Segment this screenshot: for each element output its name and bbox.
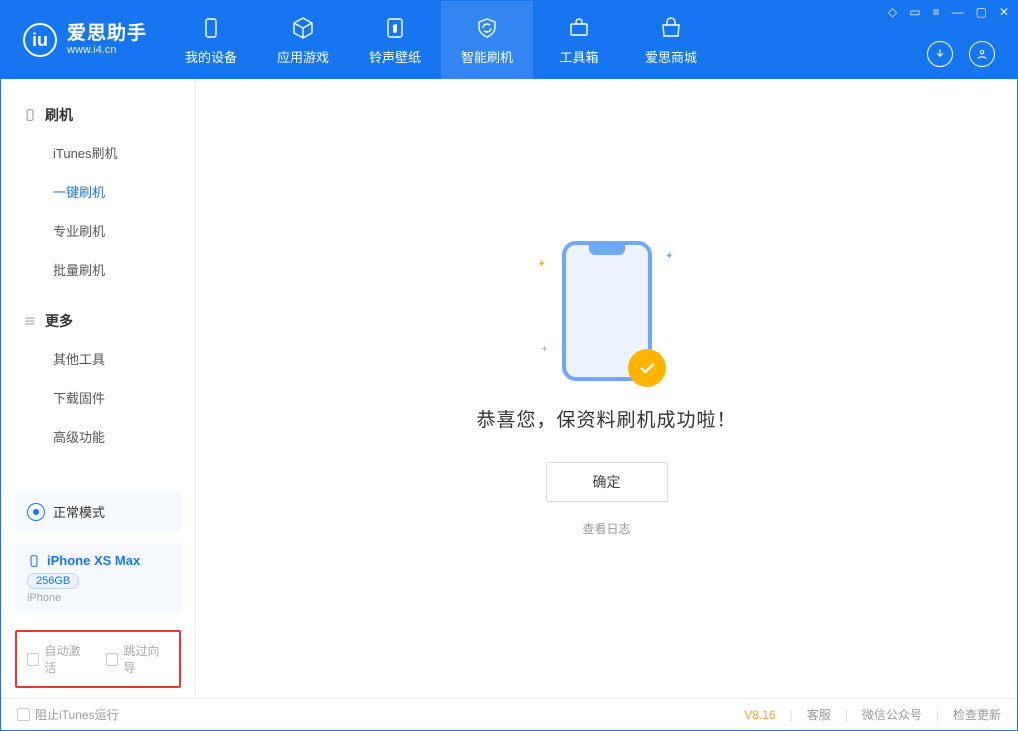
block-itunes-checkbox[interactable]: 阻止iTunes运行 <box>17 706 119 723</box>
user-button[interactable] <box>969 41 995 67</box>
skin-icon[interactable]: ◇ <box>888 5 897 19</box>
refresh-shield-icon <box>474 15 500 41</box>
sidebar-item-advanced[interactable]: 高级功能 <box>1 417 195 456</box>
view-log-link[interactable]: 查看日志 <box>582 520 630 537</box>
highlight-options: 自动激活 跳过向导 <box>15 630 181 688</box>
footer-link-update[interactable]: 检查更新 <box>953 706 1001 723</box>
device-capacity: 256GB <box>27 573 79 589</box>
main-nav: 我的设备 应用游戏 铃声壁纸 智能刷机 工具箱 爱思商城 <box>165 1 717 79</box>
close-button[interactable]: ✕ <box>999 5 1009 19</box>
sidebar-item-batch-flash[interactable]: 批量刷机 <box>1 250 195 289</box>
sidebar-item-download-firmware[interactable]: 下载固件 <box>1 378 195 417</box>
nav-ringtones-wallpapers[interactable]: 铃声壁纸 <box>349 1 441 79</box>
sidebar-item-other-tools[interactable]: 其他工具 <box>1 339 195 378</box>
sparkle-icon: + <box>542 344 548 355</box>
checkbox-label: 跳过向导 <box>123 642 169 676</box>
checkbox-label: 阻止iTunes运行 <box>35 706 119 723</box>
sidebar-group-flash: 刷机 <box>1 97 195 133</box>
maximize-button[interactable]: ▢ <box>976 5 987 19</box>
nav-store[interactable]: 爱思商城 <box>625 1 717 79</box>
nav-label: 铃声壁纸 <box>369 47 421 66</box>
download-button[interactable] <box>927 41 953 67</box>
list-icon[interactable]: ≡ <box>933 5 940 19</box>
sparkle-icon: ✦ <box>538 259 546 270</box>
menu-icon[interactable]: ▭ <box>909 5 920 19</box>
device-type: iPhone <box>27 592 169 604</box>
sidebar-item-oneclick-flash[interactable]: 一键刷机 <box>1 172 195 211</box>
sidebar-item-itunes-flash[interactable]: iTunes刷机 <box>1 133 195 172</box>
cube-icon <box>290 15 316 41</box>
skip-guide-checkbox[interactable]: 跳过向导 <box>106 642 169 676</box>
checkbox-label: 自动激活 <box>44 642 90 676</box>
nav-label: 我的设备 <box>185 47 237 66</box>
window-controls: ◇ ▭ ≡ — ▢ ✕ <box>888 5 1009 19</box>
footer: 阻止iTunes运行 V8.16 | 客服 | 微信公众号 | 检查更新 <box>1 698 1017 730</box>
auto-activate-checkbox[interactable]: 自动激活 <box>27 642 90 676</box>
minimize-button[interactable]: — <box>952 5 964 19</box>
nav-label: 应用游戏 <box>277 47 329 66</box>
nav-smart-flash[interactable]: 智能刷机 <box>441 1 533 79</box>
sidebar-group-more: 更多 <box>1 303 195 339</box>
mode-label: 正常模式 <box>53 502 105 521</box>
phone-icon <box>23 108 37 122</box>
sidebar-group-title: 更多 <box>45 311 73 331</box>
footer-link-support[interactable]: 客服 <box>807 706 831 723</box>
success-message: 恭喜您，保资料刷机成功啦！ <box>476 405 736 432</box>
success-illustration: ✦ ✦ + <box>562 241 652 381</box>
sidebar-item-pro-flash[interactable]: 专业刷机 <box>1 211 195 250</box>
app-header: iu 爱思助手 www.i4.cn 我的设备 应用游戏 铃声壁纸 智能刷机 工具… <box>1 1 1017 79</box>
device-icon <box>198 15 224 41</box>
footer-link-wechat[interactable]: 微信公众号 <box>862 706 922 723</box>
mode-icon <box>27 503 45 521</box>
version-label: V8.16 <box>744 708 775 722</box>
app-url: www.i4.cn <box>67 44 147 56</box>
mode-card[interactable]: 正常模式 <box>15 492 181 531</box>
nav-label: 工具箱 <box>560 47 599 66</box>
header-action-icons <box>927 41 995 67</box>
store-icon <box>658 15 684 41</box>
device-card[interactable]: iPhone XS Max 256GB iPhone <box>15 543 181 614</box>
nav-label: 爱思商城 <box>645 47 697 66</box>
toolbox-icon <box>566 15 592 41</box>
menu-lines-icon <box>23 314 37 328</box>
music-file-icon <box>382 15 408 41</box>
app-title: 爱思助手 <box>67 24 147 45</box>
nav-apps-games[interactable]: 应用游戏 <box>257 1 349 79</box>
sidebar-group-title: 刷机 <box>45 105 73 125</box>
ok-button[interactable]: 确定 <box>546 462 668 502</box>
nav-label: 智能刷机 <box>461 47 513 66</box>
logo-block: iu 爱思助手 www.i4.cn <box>1 23 165 57</box>
logo-icon: iu <box>23 23 57 57</box>
sidebar: 刷机 iTunes刷机 一键刷机 专业刷机 批量刷机 更多 其他工具 下载固件 … <box>1 79 196 698</box>
sparkle-icon: ✦ <box>665 251 673 262</box>
nav-my-device[interactable]: 我的设备 <box>165 1 257 79</box>
phone-small-icon <box>27 554 41 568</box>
check-badge-icon <box>628 349 666 387</box>
main-content: ✦ ✦ + 恭喜您，保资料刷机成功啦！ 确定 查看日志 <box>196 79 1017 698</box>
device-name: iPhone XS Max <box>47 553 140 568</box>
nav-toolbox[interactable]: 工具箱 <box>533 1 625 79</box>
